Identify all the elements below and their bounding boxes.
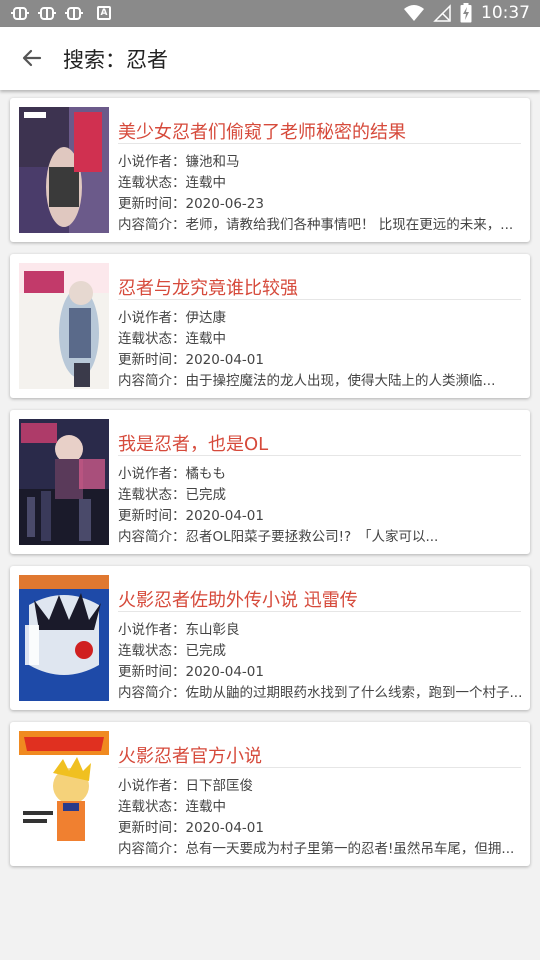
page-title: 搜索：忍者 xyxy=(63,48,168,72)
book-card[interactable]: 我是忍者，也是OL 小说作者：橘もも 连载状态：已完成 更新时间：2020-04… xyxy=(10,410,530,554)
status-row: 连载状态：已完成 xyxy=(118,639,521,659)
status-row: 连载状态：连载中 xyxy=(118,171,521,191)
status-value: 连载中 xyxy=(185,175,227,191)
summary-row: 内容简介：总有一天要成为村子里第一的忍者!虽然吊车尾，但拥... xyxy=(118,837,521,857)
book-title[interactable]: 我是忍者，也是OL xyxy=(118,430,268,456)
summary-value: 老师，请教给我们各种事情吧！ 比现在更远的未来，... xyxy=(185,217,514,233)
summary-label: 内容简介： xyxy=(118,841,186,857)
author-label: 小说作者： xyxy=(118,466,186,482)
book-title[interactable]: 火影忍者佐助外传小说 迅雷传 xyxy=(118,586,358,612)
updated-value: 2020-04-01 xyxy=(185,352,264,368)
summary-value: 由于操控魔法的龙人出现，使得大陆上的人类濒临... xyxy=(185,373,496,389)
app-bar: 搜索：忍者 xyxy=(0,27,540,90)
system-icons: 10:37 xyxy=(404,3,530,23)
book-title[interactable]: 忍者与龙究竟谁比较强 xyxy=(118,274,298,300)
status-value: 已完成 xyxy=(185,643,227,659)
summary-row: 内容简介：由于操控魔法的龙人出现，使得大陆上的人类濒临... xyxy=(118,369,521,389)
updated-value: 2020-06-23 xyxy=(185,196,264,212)
summary-row: 内容简介：佐助从鼬的过期眼药水找到了什么线索，跑到一个村子... xyxy=(118,681,521,701)
back-arrow-icon[interactable] xyxy=(18,44,46,72)
bug-notification-icon xyxy=(11,7,29,20)
clock: 10:37 xyxy=(481,3,530,23)
updated-label: 更新时间： xyxy=(118,196,186,212)
updated-row: 更新时间：2020-04-01 xyxy=(118,816,521,836)
bug-notification-icon xyxy=(65,7,83,20)
summary-label: 内容简介： xyxy=(118,373,186,389)
updated-label: 更新时间： xyxy=(118,820,186,836)
summary-row: 内容简介：老师，请教给我们各种事情吧！ 比现在更远的未来，... xyxy=(118,213,521,233)
no-signal-icon xyxy=(433,4,451,22)
updated-row: 更新时间：2020-04-01 xyxy=(118,348,521,368)
divider xyxy=(118,611,521,612)
book-title[interactable]: 美少女忍者们偷窥了老师秘密的结果 xyxy=(118,118,406,144)
author-value: 橘もも xyxy=(185,466,227,482)
book-cover xyxy=(19,575,109,701)
author-value: 伊达康 xyxy=(185,310,227,326)
author-value: 东山彰良 xyxy=(185,622,240,638)
status-label: 连载状态： xyxy=(118,487,186,503)
updated-row: 更新时间：2020-04-01 xyxy=(118,504,521,524)
battery-charging-icon xyxy=(460,3,472,23)
divider xyxy=(118,299,521,300)
book-cover xyxy=(19,107,109,233)
summary-label: 内容简介： xyxy=(118,685,186,701)
summary-value: 佐助从鼬的过期眼药水找到了什么线索，跑到一个村子... xyxy=(185,685,522,701)
notification-icons: A xyxy=(10,3,111,23)
wifi-icon xyxy=(404,5,424,21)
author-label: 小说作者： xyxy=(118,622,186,638)
author-row: 小说作者：日下部匡俊 xyxy=(118,774,521,794)
book-title[interactable]: 火影忍者官方小说 xyxy=(118,742,262,768)
book-cover xyxy=(19,263,109,389)
bug-notification-icon xyxy=(38,7,56,20)
updated-label: 更新时间： xyxy=(118,508,186,524)
author-value: 镰池和马 xyxy=(185,154,240,170)
status-value: 已完成 xyxy=(185,487,227,503)
updated-value: 2020-04-01 xyxy=(185,664,264,680)
author-label: 小说作者： xyxy=(118,778,186,794)
book-cover xyxy=(19,731,109,857)
author-label: 小说作者： xyxy=(118,310,186,326)
book-card[interactable]: 美少女忍者们偷窥了老师秘密的结果 小说作者：镰池和马 连载状态：连载中 更新时间… xyxy=(10,98,530,242)
status-label: 连载状态： xyxy=(118,175,186,191)
status-row: 连载状态：连载中 xyxy=(118,327,521,347)
book-card[interactable]: 火影忍者官方小说 小说作者：日下部匡俊 连载状态：连载中 更新时间：2020-0… xyxy=(10,722,530,866)
status-row: 连载状态：连载中 xyxy=(118,795,521,815)
status-value: 连载中 xyxy=(185,331,227,347)
author-row: 小说作者：伊达康 xyxy=(118,306,521,326)
status-row: 连载状态：已完成 xyxy=(118,483,521,503)
author-row: 小说作者：镰池和马 xyxy=(118,150,521,170)
status-value: 连载中 xyxy=(185,799,227,815)
summary-value: 忍者OL阳菜子要拯救公司!? 「人家可以... xyxy=(185,529,439,545)
book-card[interactable]: 火影忍者佐助外传小说 迅雷传 小说作者：东山彰良 连载状态：已完成 更新时间：2… xyxy=(10,566,530,710)
updated-row: 更新时间：2020-04-01 xyxy=(118,660,521,680)
updated-value: 2020-04-01 xyxy=(185,820,264,836)
summary-row: 内容简介：忍者OL阳菜子要拯救公司!? 「人家可以... xyxy=(118,525,521,545)
status-label: 连载状态： xyxy=(118,799,186,815)
updated-label: 更新时间： xyxy=(118,352,186,368)
summary-label: 内容简介： xyxy=(118,529,186,545)
author-value: 日下部匡俊 xyxy=(185,778,254,794)
status-label: 连载状态： xyxy=(118,331,186,347)
updated-row: 更新时间：2020-06-23 xyxy=(118,192,521,212)
summary-value: 总有一天要成为村子里第一的忍者!虽然吊车尾，但拥... xyxy=(185,841,515,857)
updated-value: 2020-04-01 xyxy=(185,508,264,524)
divider xyxy=(118,767,521,768)
summary-label: 内容简介： xyxy=(118,217,186,233)
status-bar: A 10:37 xyxy=(0,0,540,27)
divider xyxy=(118,143,521,144)
a-notification-icon: A xyxy=(97,6,111,20)
status-label: 连载状态： xyxy=(118,643,186,659)
author-row: 小说作者：东山彰良 xyxy=(118,618,521,638)
book-cover xyxy=(19,419,109,545)
updated-label: 更新时间： xyxy=(118,664,186,680)
author-label: 小说作者： xyxy=(118,154,186,170)
author-row: 小说作者：橘もも xyxy=(118,462,521,482)
divider xyxy=(118,455,521,456)
book-card[interactable]: 忍者与龙究竟谁比较强 小说作者：伊达康 连载状态：连载中 更新时间：2020-0… xyxy=(10,254,530,398)
